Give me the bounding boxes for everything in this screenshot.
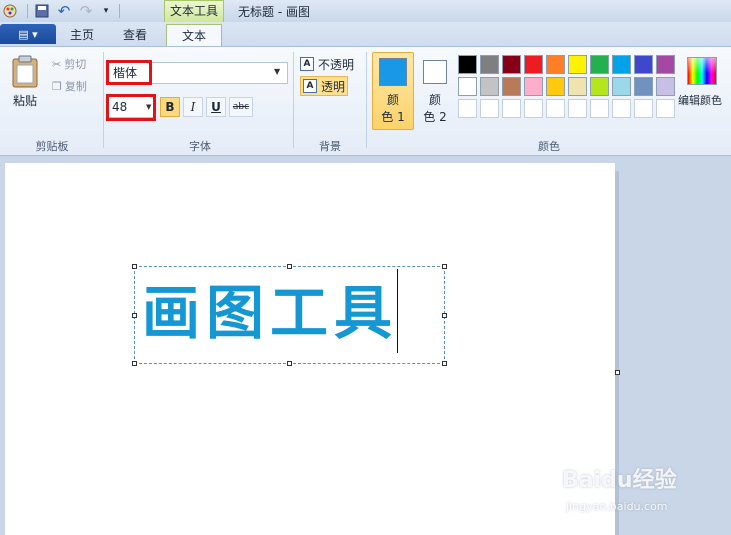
background-group-label: 背景: [319, 140, 341, 153]
window-title: 无标题 - 画图: [238, 5, 310, 19]
palette-swatch[interactable]: [546, 55, 565, 74]
palette-swatch[interactable]: [590, 77, 609, 96]
palette-swatch[interactable]: [524, 77, 543, 96]
palette-swatch[interactable]: [502, 99, 521, 118]
watermark-url: jingyan.baidu.com: [566, 500, 668, 513]
palette-swatch[interactable]: [502, 55, 521, 74]
tab-view[interactable]: 查看: [114, 26, 156, 46]
group-separator: [103, 52, 104, 148]
tab-row: [0, 22, 731, 46]
transparent-icon: A: [303, 79, 317, 93]
color1-label: 颜 色 1: [374, 92, 412, 126]
palette-swatch[interactable]: [524, 55, 543, 74]
resize-handle[interactable]: [132, 264, 137, 269]
edit-colors-icon[interactable]: [687, 57, 717, 85]
font-family-highlight: [106, 60, 152, 85]
app-menu-button[interactable]: ▤ ▾: [0, 24, 56, 44]
resize-handle[interactable]: [442, 313, 447, 318]
text-caret: [397, 269, 398, 353]
palette-swatch[interactable]: [524, 99, 543, 118]
palette-swatch[interactable]: [656, 55, 675, 74]
watermark-logo: Baidu经验: [562, 468, 677, 493]
resize-handle[interactable]: [442, 361, 447, 366]
resize-handle[interactable]: [287, 361, 292, 366]
palette-swatch[interactable]: [480, 55, 499, 74]
group-separator: [366, 52, 367, 148]
palette-swatch[interactable]: [568, 77, 587, 96]
palette-swatch[interactable]: [612, 77, 631, 96]
color2-button[interactable]: [423, 60, 447, 84]
clipboard-group-label: 剪贴板: [35, 140, 69, 153]
palette-swatch[interactable]: [656, 77, 675, 96]
colors-group-label: 颜色: [538, 140, 560, 153]
transparent-option[interactable]: A 透明: [300, 76, 349, 96]
palette-swatch[interactable]: [502, 77, 521, 96]
resize-handle[interactable]: [132, 313, 137, 318]
opaque-label: 不透明: [318, 57, 355, 72]
palette-swatch[interactable]: [568, 55, 587, 74]
bold-button[interactable]: B: [160, 97, 180, 117]
color1-label-line1: 颜: [386, 93, 399, 107]
chevron-down-icon[interactable]: ▼: [146, 103, 151, 111]
paste-button[interactable]: 粘贴: [13, 92, 37, 109]
menu-icon: ▤ ▾: [18, 27, 38, 41]
tab-text[interactable]: 文本: [166, 27, 222, 47]
divider: [119, 4, 120, 18]
palette-swatch[interactable]: [458, 55, 477, 74]
save-icon[interactable]: [34, 3, 50, 19]
edit-colors-button[interactable]: 编辑颜色: [678, 92, 722, 108]
chevron-down-icon[interactable]: ▼: [274, 67, 280, 76]
color2-label-line1: 颜: [428, 93, 441, 107]
opaque-option[interactable]: A 不透明: [300, 55, 354, 73]
palette-swatch[interactable]: [458, 77, 477, 96]
cut-icon: ✂: [52, 57, 62, 71]
palette-swatch[interactable]: [612, 99, 631, 118]
undo-icon[interactable]: ↶: [56, 2, 72, 20]
strikethrough-button[interactable]: abc: [229, 97, 253, 117]
color1-label-line2: 色 1: [381, 110, 405, 124]
italic-button[interactable]: I: [183, 97, 203, 117]
palette-swatch[interactable]: [656, 99, 675, 118]
customize-qa-icon[interactable]: ▾: [98, 3, 114, 19]
underline-button[interactable]: U: [206, 97, 226, 117]
palette-swatch[interactable]: [634, 77, 653, 96]
palette-swatch[interactable]: [546, 99, 565, 118]
paste-icon[interactable]: [10, 55, 44, 89]
text-tool-context-label: 文本工具: [164, 0, 224, 22]
group-separator: [293, 52, 294, 148]
tab-home[interactable]: 主页: [62, 26, 102, 46]
palette-swatch[interactable]: [634, 99, 653, 118]
color2-label: 颜 色 2: [418, 92, 452, 126]
palette-swatch[interactable]: [590, 55, 609, 74]
canvas-text[interactable]: 画图工具: [142, 278, 398, 348]
redo-icon[interactable]: ↷: [78, 2, 94, 20]
color2-label-line2: 色 2: [423, 110, 447, 124]
palette-swatch[interactable]: [480, 99, 499, 118]
paint-app-icon[interactable]: [2, 3, 18, 19]
transparent-label: 透明: [321, 79, 346, 94]
resize-handle[interactable]: [132, 361, 137, 366]
palette-swatch[interactable]: [458, 99, 477, 118]
resize-handle[interactable]: [442, 264, 447, 269]
font-group-label: 字体: [189, 140, 211, 153]
cut-button[interactable]: ✂ 剪切: [52, 56, 86, 72]
divider: [27, 4, 28, 18]
copy-icon: ❐: [52, 79, 62, 93]
copy-button[interactable]: ❐ 复制: [52, 78, 87, 94]
color1-swatch: [379, 58, 407, 86]
canvas-resize-handle[interactable]: [615, 370, 620, 375]
palette-swatch[interactable]: [612, 55, 631, 74]
copy-label: 复制: [64, 80, 87, 93]
palette-swatch[interactable]: [546, 77, 565, 96]
cut-label: 剪切: [64, 58, 87, 71]
palette-swatch[interactable]: [480, 77, 499, 96]
resize-handle[interactable]: [287, 264, 292, 269]
palette-swatch[interactable]: [568, 99, 587, 118]
opaque-icon: A: [300, 57, 314, 71]
palette-swatch[interactable]: [634, 55, 653, 74]
palette-swatch[interactable]: [590, 99, 609, 118]
